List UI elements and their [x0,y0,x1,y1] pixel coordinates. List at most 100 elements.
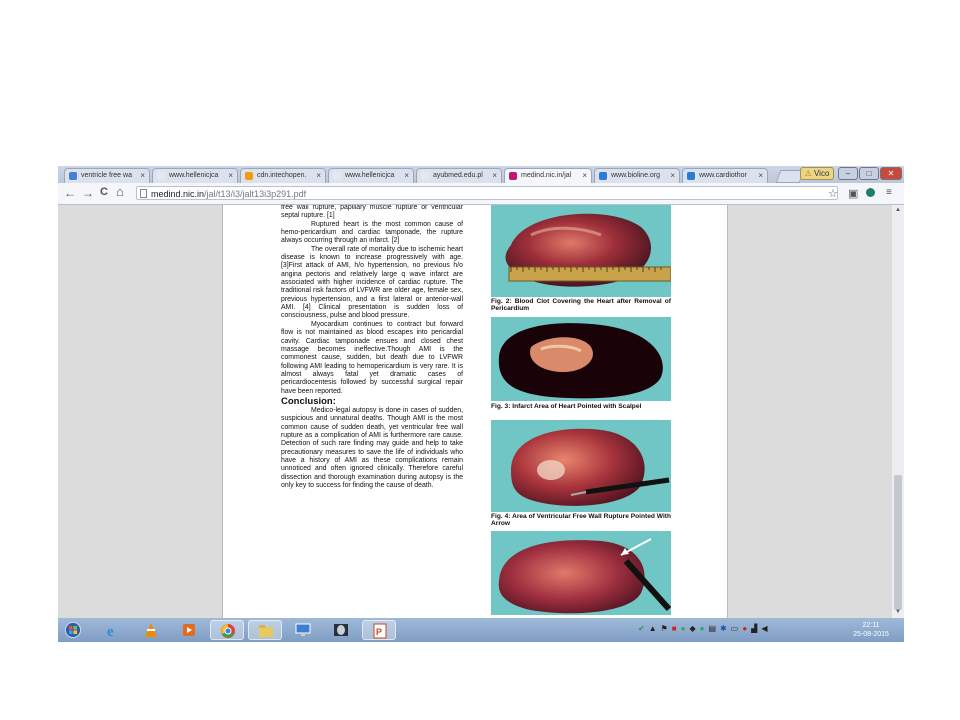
tray-icon[interactable]: ▭ [731,624,743,633]
pdf-viewer: free wall rupture, papillary muscle rupt… [58,205,892,618]
pdf-page: free wall rupture, papillary muscle rupt… [222,205,728,618]
paragraph: Ruptured heart is the most common cause … [281,220,463,245]
text-column: free wall rupture, papillary muscle rupt… [281,205,463,490]
menu-icon[interactable]: ≡ [886,187,892,198]
bioline-icon [599,172,607,180]
figure-caption: Fig. 4: Area of Ventricular Free Wall Ru… [491,513,671,528]
close-window-button[interactable]: ✕ [880,167,902,180]
figure-caption: Fig. 2: Blood Clot Covering the Heart af… [491,298,671,313]
loading-icon [687,172,695,180]
tray-icon[interactable]: ✔ [638,624,649,633]
tab-0[interactable]: ventricle free wa × [64,168,150,183]
tray-icon[interactable]: ▤ [708,624,720,633]
file-explorer-button[interactable] [248,620,282,640]
minimize-button[interactable]: – [838,167,858,180]
profile-icon[interactable] [866,188,875,197]
flag-icon[interactable]: ⚑ [661,624,672,633]
close-icon[interactable]: × [582,171,587,180]
svg-text:P: P [376,627,382,637]
page-icon [421,172,429,180]
system-tray[interactable]: ✔▲⚑■●◆●▤✱▭●▟◀ [638,624,771,633]
vlc-button[interactable] [134,620,168,640]
bookmark-star-icon[interactable]: ☆ [828,187,838,200]
warning-icon: ⚠ [804,169,812,178]
extension-icon[interactable]: ▣ [848,187,858,200]
close-icon[interactable]: × [404,171,409,180]
figure-heart-ruler [491,205,671,297]
tab-1[interactable]: www.hellenicjca × [152,168,238,183]
close-icon[interactable]: × [670,171,675,180]
bluetooth-icon[interactable]: ✱ [720,624,731,633]
tab-label: www.cardiothor [699,172,747,179]
close-icon[interactable]: × [492,171,497,180]
tab-label: www.hellenicjca [169,172,219,179]
tray-icon[interactable]: ▲ [649,624,661,633]
paragraph: The overall rate of mortality due to isc… [281,245,463,320]
media-player-icon [183,624,195,636]
windows-orb-icon [65,622,81,638]
vlc-icon [145,623,157,637]
svg-text:e: e [107,624,114,638]
internet-explorer-button[interactable]: e [96,620,130,640]
close-icon[interactable]: × [758,171,763,180]
tab-3[interactable]: www.hellenicjca × [328,168,414,183]
intechopen-icon [245,172,253,180]
scroll-up-arrow-icon[interactable]: ▲ [895,207,901,213]
tab-4[interactable]: ayubmed.edu.pl × [416,168,502,183]
maximize-button[interactable]: □ [859,167,879,180]
taskbar: e P ✔▲⚑■●◆●▤✱▭●▟◀ 22:11 25-08-2015 [58,618,904,642]
user-badge[interactable]: ⚠ Vico [800,167,834,180]
close-icon[interactable]: × [228,171,233,180]
scrollbar-thumb[interactable] [894,475,902,610]
media-player-button[interactable] [172,620,206,640]
folder-icon [259,625,273,637]
scroll-down-arrow-icon[interactable]: ▼ [895,609,901,615]
paragraph: Myocardium continues to contract but for… [281,320,463,395]
clock-date: 25-08-2015 [853,631,889,638]
reload-button[interactable]: C [100,186,108,198]
tab-6[interactable]: www.bioline.org × [594,168,680,183]
tray-icon[interactable]: ● [742,624,751,633]
close-icon[interactable]: × [140,171,145,180]
chrome-icon [221,624,235,638]
tray-icon[interactable]: ◆ [689,624,699,633]
tab-2[interactable]: cdn.intechopen. × [240,168,326,183]
medind-icon [509,172,517,180]
powerpoint-button[interactable]: P [362,620,396,640]
paragraph: free wall rupture, papillary muscle rupt… [281,205,463,220]
tab-5[interactable]: medind.nic.in/jal × [504,168,592,183]
xray-image-icon [334,624,348,636]
tab-label: www.hellenicjca [345,172,395,179]
browser-toolbar: ← → C ⌂ medind.nic.in/jal/t13/i3/jalt13i… [58,183,904,205]
monitor-icon [295,623,311,636]
vertical-scrollbar[interactable]: ▲ ▼ [892,205,904,618]
image-viewer-button[interactable] [324,620,358,640]
url-host: medind.nic.in [151,189,205,199]
close-icon[interactable]: × [316,171,321,180]
tab-label: medind.nic.in/jal [521,172,572,179]
back-button[interactable]: ← [64,186,76,200]
clock[interactable]: 22:11 25-08-2015 [846,621,896,639]
chrome-button[interactable] [210,620,244,640]
network-icon[interactable]: ▟ [751,624,761,633]
page-icon [157,172,165,180]
tray-icon[interactable]: ■ [672,624,681,633]
tab-7[interactable]: www.cardiothor × [682,168,768,183]
infarct-photo [511,428,670,506]
tab-label: cdn.intechopen. [257,172,307,179]
tab-label: ventricle free wa [81,172,132,179]
powerpoint-icon: P [373,623,387,639]
forward-button[interactable]: → [82,186,94,200]
screenshot: ventricle free wa × www.hellenicjca × cd… [58,166,904,642]
home-button[interactable]: ⌂ [116,184,124,199]
page-icon [333,172,341,180]
start-button[interactable] [62,620,84,640]
figure-blood-clot [491,317,671,401]
clock-time: 22:11 [862,622,880,629]
url-path: /jal/t13/i3/jalt13i3p291.pdf [204,189,307,199]
address-bar[interactable]: medind.nic.in/jal/t13/i3/jalt13i3p291.pd… [136,186,838,200]
network-app-button[interactable] [286,620,320,640]
volume-icon[interactable]: ◀ [761,624,771,633]
figure-infarct-scalpel [491,420,671,512]
user-name: Vico [813,169,830,178]
